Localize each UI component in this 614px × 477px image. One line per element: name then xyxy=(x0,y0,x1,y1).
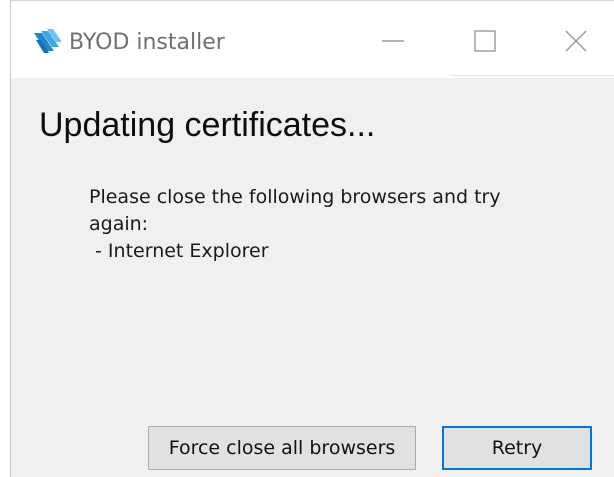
window-title: BYOD installer xyxy=(69,30,225,55)
browser-list-item: - Internet Explorer xyxy=(89,240,269,262)
title-bar[interactable]: BYOD installer xyxy=(11,1,614,78)
maximize-icon xyxy=(473,29,497,57)
minimize-icon xyxy=(381,29,405,57)
message-line: Please close the following browsers and … xyxy=(89,186,501,208)
retry-button[interactable]: Retry xyxy=(442,426,592,470)
installer-window: BYOD installer Updating certificates... … xyxy=(10,0,614,477)
message-line: again: xyxy=(89,213,149,235)
page-heading: Updating certificates... xyxy=(39,106,376,144)
close-icon xyxy=(564,29,588,57)
close-button[interactable] xyxy=(542,12,610,74)
titlebar-divider xyxy=(451,75,614,76)
minimize-button[interactable] xyxy=(359,12,427,74)
browser-close-message: Please close the following browsers and … xyxy=(89,184,579,265)
force-close-browsers-button[interactable]: Force close all browsers xyxy=(148,426,416,470)
maximize-button[interactable] xyxy=(451,12,519,74)
app-logo-icon xyxy=(32,29,64,55)
